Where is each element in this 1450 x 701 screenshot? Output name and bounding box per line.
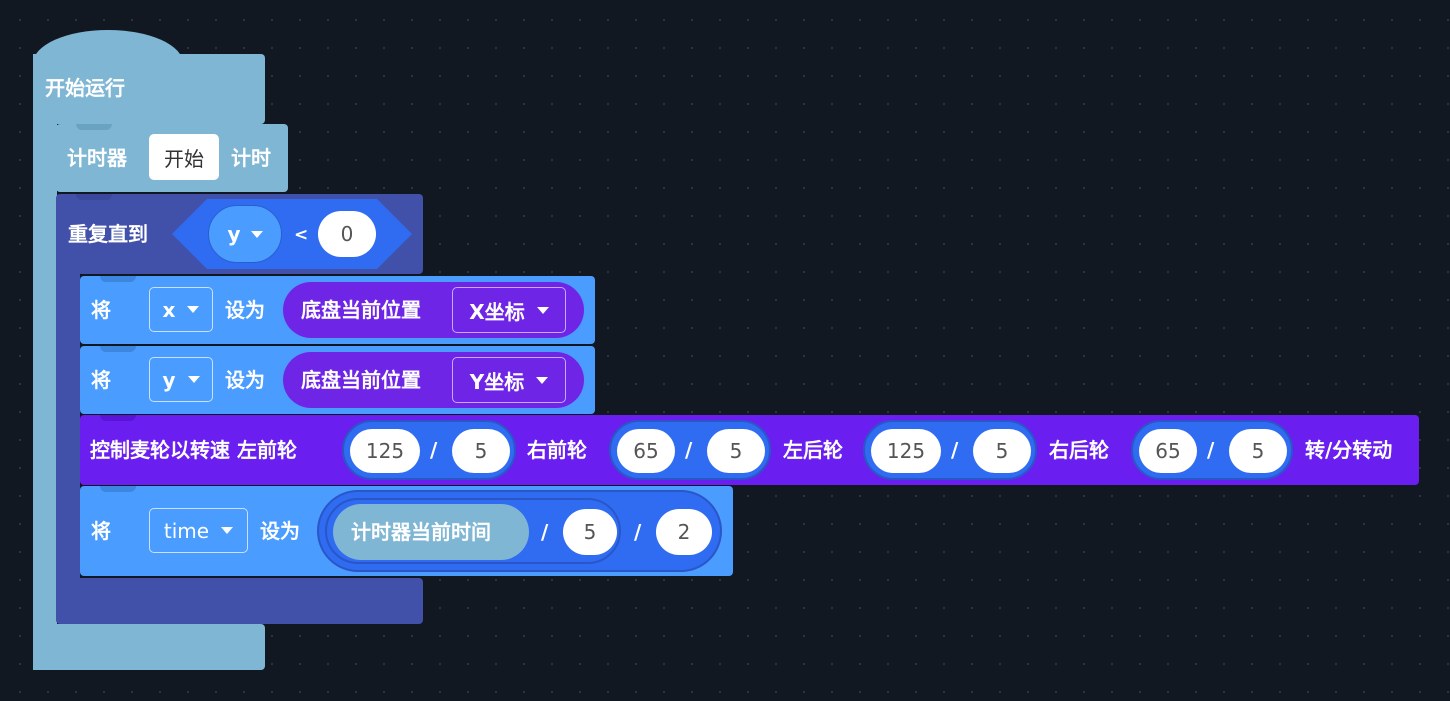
condition-less-than[interactable]: y < 0 <box>172 199 412 269</box>
chassis-x-option-value: X坐标 <box>469 299 525 324</box>
set-x-middle: 设为 <box>225 298 265 322</box>
front-right-value-b[interactable]: 5 <box>707 429 765 473</box>
divide-operator: / <box>1207 438 1215 462</box>
divide-operator: / <box>685 438 693 462</box>
set-y-variable-dropdown[interactable]: y <box>149 357 213 402</box>
timer-current-time-reporter[interactable]: 计时器当前时间 <box>333 504 529 560</box>
rear-left-value-b[interactable]: 5 <box>973 429 1031 473</box>
repeat-foot <box>56 578 423 624</box>
chassis-x-reporter-label: 底盘当前位置 <box>301 298 421 322</box>
block-notch <box>100 415 136 421</box>
time-outer-divide[interactable]: 计时器当前时间 / 5 / 2 <box>317 490 722 572</box>
event-start-block[interactable]: 开始运行 <box>33 54 265 124</box>
block-notch <box>76 124 112 130</box>
divide-operator: / <box>541 520 549 544</box>
condition-operator: < <box>294 225 309 245</box>
rear-left-label: 左后轮 <box>783 438 843 462</box>
divide-operator: / <box>951 438 959 462</box>
set-time-prefix: 将 <box>91 519 111 543</box>
chassis-y-reporter[interactable]: 底盘当前位置 Y坐标 <box>283 352 584 408</box>
divide-operator: / <box>430 438 438 462</box>
set-time-variable-dropdown[interactable]: time <box>149 508 248 553</box>
front-left-a-text: 125 <box>365 439 405 463</box>
rear-right-divide[interactable]: 65 / 5 <box>1131 420 1293 480</box>
time-inner-divide[interactable]: 计时器当前时间 / 5 <box>325 498 621 564</box>
condition-variable-value: y <box>227 222 241 246</box>
set-x-variable-dropdown[interactable]: x <box>149 287 213 332</box>
front-right-a-text: 65 <box>633 439 659 463</box>
front-right-label: 右前轮 <box>527 438 587 462</box>
set-time-variable-value: time <box>163 518 210 543</box>
chevron-down-icon <box>250 230 263 238</box>
rear-right-value-a[interactable]: 65 <box>1139 429 1197 473</box>
set-y-prefix: 将 <box>91 368 111 392</box>
set-x-block[interactable]: 将 x 设为 底盘当前位置 X坐标 <box>80 276 595 344</box>
front-left-value-b[interactable]: 5 <box>452 429 510 473</box>
timer-start-block[interactable]: 计时器 开始 计时 <box>56 124 288 192</box>
event-start-label: 开始运行 <box>45 76 125 100</box>
set-y-block[interactable]: 将 y 设为 底盘当前位置 Y坐标 <box>80 346 595 414</box>
time-divisor-1-text: 5 <box>583 520 597 544</box>
mecanum-speed-block[interactable]: 控制麦轮以转速 左前轮 125 / 5 右前轮 65 / 5 左后轮 125 /… <box>80 415 1419 485</box>
chassis-y-reporter-label: 底盘当前位置 <box>301 368 421 392</box>
block-notch <box>100 486 136 492</box>
set-time-block[interactable]: 将 time 设为 计时器当前时间 / 5 / 2 <box>80 486 733 576</box>
chevron-down-icon <box>221 527 234 534</box>
mecanum-label: 控制麦轮以转速 左前轮 <box>90 438 297 462</box>
timer-suffix-label: 计时 <box>231 146 271 170</box>
rear-right-a-text: 65 <box>1155 439 1181 463</box>
rear-right-value-b[interactable]: 5 <box>1229 429 1287 473</box>
rear-right-label: 右后轮 <box>1049 438 1109 462</box>
condition-value: 0 <box>340 222 354 246</box>
rear-left-b-text: 5 <box>995 439 1009 463</box>
front-left-divide[interactable]: 125 / 5 <box>342 420 516 480</box>
time-divisor-2-text: 2 <box>677 520 691 544</box>
chevron-down-icon <box>536 376 549 384</box>
chevron-down-icon <box>187 306 200 313</box>
divide-operator: / <box>634 520 642 544</box>
timer-current-time-label: 计时器当前时间 <box>351 520 491 544</box>
rear-left-value-a[interactable]: 125 <box>871 429 941 473</box>
time-divisor-2-input[interactable]: 2 <box>656 509 712 555</box>
chassis-x-reporter[interactable]: 底盘当前位置 X坐标 <box>283 282 584 338</box>
repeat-label: 重复直到 <box>68 222 148 246</box>
chassis-y-option-dropdown[interactable]: Y坐标 <box>452 357 566 403</box>
rear-left-a-text: 125 <box>886 439 926 463</box>
front-right-divide[interactable]: 65 / 5 <box>609 420 771 480</box>
timer-prefix-label: 计时器 <box>67 146 127 170</box>
event-start-spine <box>33 110 57 670</box>
front-left-value-a[interactable]: 125 <box>350 429 420 473</box>
front-right-value-a[interactable]: 65 <box>617 429 675 473</box>
set-time-middle: 设为 <box>260 519 300 543</box>
front-right-b-text: 5 <box>729 439 743 463</box>
set-x-variable-value: x <box>162 297 176 322</box>
chevron-down-icon <box>536 306 549 314</box>
condition-variable-dropdown[interactable]: y <box>208 205 282 263</box>
timer-action-dropdown[interactable]: 开始 <box>149 134 219 180</box>
event-start-foot <box>33 624 265 670</box>
chevron-down-icon <box>187 376 200 383</box>
mecanum-suffix-label: 转/分转动 <box>1305 438 1393 462</box>
set-y-variable-value: y <box>162 367 176 392</box>
condition-value-input[interactable]: 0 <box>318 211 376 257</box>
repeat-spine <box>56 260 80 610</box>
set-y-middle: 设为 <box>225 368 265 392</box>
block-notch <box>100 346 136 352</box>
rear-right-b-text: 5 <box>1251 439 1265 463</box>
timer-action-value: 开始 <box>164 146 204 171</box>
set-x-prefix: 将 <box>91 298 111 322</box>
block-notch <box>76 194 112 200</box>
chassis-y-option-value: Y坐标 <box>469 369 525 394</box>
front-left-b-text: 5 <box>474 439 488 463</box>
chassis-x-option-dropdown[interactable]: X坐标 <box>452 287 566 333</box>
time-divisor-1-input[interactable]: 5 <box>563 509 617 555</box>
rear-left-divide[interactable]: 125 / 5 <box>863 420 1037 480</box>
block-notch <box>100 276 136 282</box>
